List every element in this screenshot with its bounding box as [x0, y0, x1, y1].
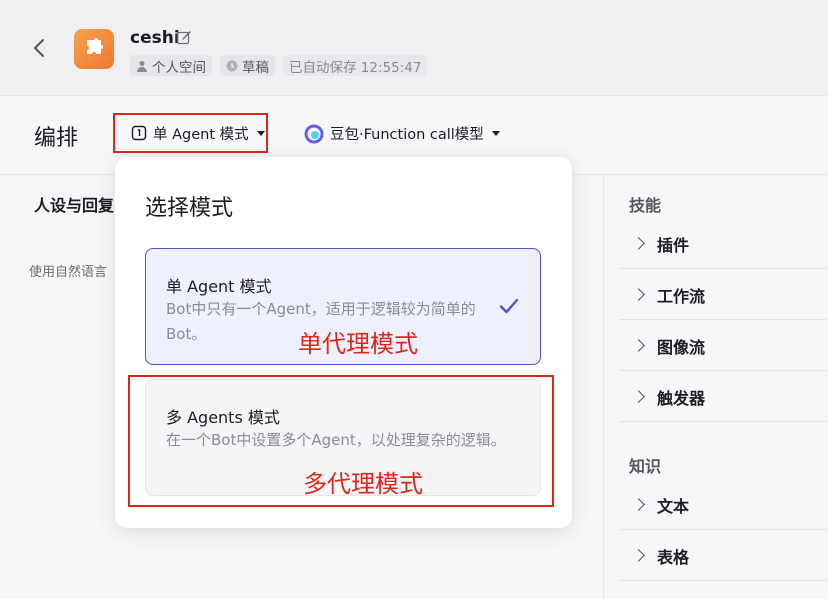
option-title: 单 Agent 模式	[166, 277, 272, 296]
skill-item-workflow[interactable]: 工作流	[620, 270, 828, 320]
persona-title: 人设与回复	[34, 196, 115, 215]
dropdown-title: 选择模式	[145, 196, 234, 221]
knowledge-item-table[interactable]: 表格	[620, 531, 828, 581]
single-agent-icon	[131, 125, 147, 141]
clock-icon	[226, 60, 238, 71]
app-title: ceshi	[130, 28, 180, 48]
puzzle-icon	[87, 38, 103, 54]
skill-item-imageflow[interactable]: 图像流	[620, 321, 828, 371]
page-title: 编排	[34, 126, 79, 151]
model-select-button[interactable]: 豆包·Function call模型	[304, 123, 500, 144]
top-bar: ceshi 个人空间 草稿 已自动保存 12:55:47	[0, 0, 828, 96]
autosave-text: 已自动保存 12:55:47	[283, 55, 428, 76]
mode-select-button[interactable]: 单 Agent 模式	[113, 113, 268, 153]
chevron-right-icon	[632, 288, 645, 301]
caret-down-icon	[256, 130, 265, 136]
persona-description: 使用自然语言	[29, 265, 108, 280]
edit-icon[interactable]	[176, 30, 192, 46]
chevron-right-icon	[632, 237, 645, 250]
chevron-right-icon	[632, 339, 645, 352]
user-icon	[137, 60, 147, 72]
app-icon	[74, 29, 114, 69]
annotation-single: 单代理模式	[298, 330, 418, 358]
skill-item-trigger[interactable]: 触发器	[620, 372, 828, 422]
chevron-right-icon	[632, 390, 645, 403]
check-icon	[498, 295, 520, 317]
annotation-multi: 多代理模式	[303, 470, 423, 498]
skills-panel: 技能 插件 工作流 图像流 触发器 知识 文本 表格	[605, 176, 828, 599]
knowledge-title: 知识	[629, 457, 662, 476]
meta-row: 个人空间 草稿 已自动保存 12:55:47	[130, 55, 428, 76]
back-icon[interactable]	[30, 36, 50, 60]
option-description: 在一个Bot中设置多个Agent，以处理复杂的逻辑。	[166, 431, 506, 449]
doubao-logo-icon	[304, 124, 324, 143]
workspace-badge: 个人空间	[130, 55, 212, 76]
skill-item-plugin[interactable]: 插件	[620, 219, 828, 269]
status-badge: 草稿	[220, 55, 275, 76]
option-title: 多 Agents 模式	[166, 408, 280, 427]
chevron-right-icon	[632, 498, 645, 511]
caret-down-icon	[491, 131, 500, 136]
chevron-right-icon	[632, 549, 645, 562]
skills-title: 技能	[629, 196, 662, 215]
knowledge-item-text[interactable]: 文本	[620, 480, 828, 530]
